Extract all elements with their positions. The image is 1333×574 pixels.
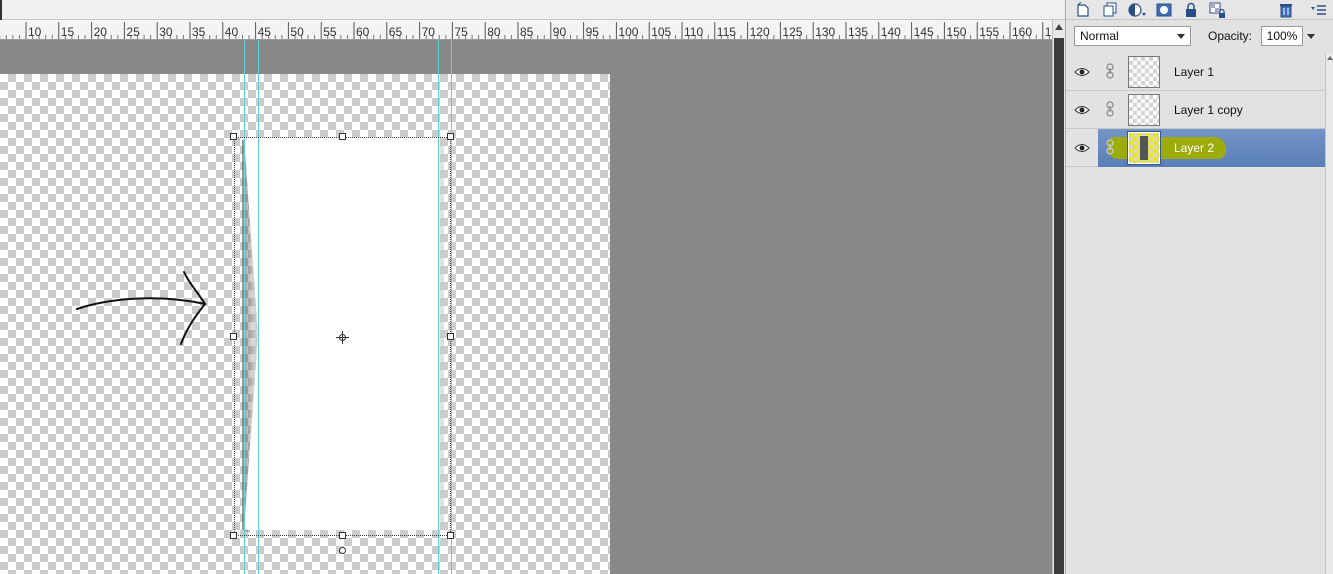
ruler-label: 25 <box>126 25 140 39</box>
link-icon[interactable] <box>1105 139 1115 155</box>
chevron-down-icon <box>1177 34 1185 39</box>
ruler-label: 130 <box>815 25 835 39</box>
blend-mode-select[interactable]: Normal <box>1074 26 1191 46</box>
ruler-label: 30 <box>159 25 173 39</box>
chevron-down-icon <box>1307 34 1315 39</box>
scrollbar-track[interactable] <box>1054 38 1064 574</box>
handle-bottom-right[interactable] <box>447 532 454 539</box>
ruler-label: 100 <box>618 25 638 39</box>
ruler-label: 115 <box>717 25 736 39</box>
opacity-label: Opacity: <box>1208 29 1253 43</box>
handle-middle-right[interactable] <box>447 333 454 340</box>
canvas-vertical-scrollbar[interactable] <box>1052 20 1065 574</box>
editor-window: 10 15 20 25 30 35 40 45 50 55 60 65 70 75 80 85 90 95 100 1… <box>0 0 1333 574</box>
layer-row-layer-2[interactable]: Layer 2 <box>1066 129 1325 167</box>
horizontal-ruler[interactable]: 10 15 20 25 30 35 40 45 50 55 60 65 70 75 80 85 90 95 100 1… <box>0 20 1052 40</box>
ruler-label: 70 <box>422 25 436 39</box>
ruler-ticks: 10 15 20 25 30 35 40 45 50 55 60 65 70 75 80 85 90 95 100 1… <box>0 22 1052 39</box>
layer-row-layer-1-copy[interactable]: Layer 1 copy <box>1066 91 1325 129</box>
scroll-up-icon[interactable] <box>1327 56 1333 60</box>
layer-name[interactable]: Layer 1 <box>1174 65 1214 79</box>
layers-panel-toolbar <box>1066 0 1333 20</box>
link-icon[interactable] <box>1105 101 1115 117</box>
layers-list: Layer 1 Layer 1 copy Layer 2 <box>1066 53 1325 167</box>
reference-point-icon[interactable] <box>336 331 349 344</box>
layer-name[interactable]: Layer 1 copy <box>1174 103 1243 117</box>
layers-panel: Normal Opacity: 100% Layer 1 Layer 1 cop… <box>1065 0 1333 574</box>
ruler-label: 95 <box>586 25 600 39</box>
ruler-label: 40 <box>225 25 239 39</box>
lock-icon[interactable] <box>1183 2 1199 18</box>
layer-thumbnail[interactable] <box>1128 94 1160 126</box>
layer-thumbnail[interactable] <box>1128 56 1160 88</box>
ruler-label: 150 <box>946 25 966 39</box>
guide-line-4[interactable] <box>451 40 452 574</box>
options-bar <box>0 0 1065 20</box>
layer-name[interactable]: Layer 2 <box>1174 141 1214 155</box>
ruler-label: 120 <box>750 25 770 39</box>
ruler-label: 15 <box>61 25 75 39</box>
ruler-label: 160 <box>1012 25 1032 39</box>
panel-menu-icon[interactable] <box>1310 2 1328 18</box>
rotate-handle[interactable] <box>339 547 346 554</box>
eye-icon[interactable] <box>1074 103 1090 117</box>
scroll-up-icon[interactable] <box>1055 24 1063 30</box>
ruler-label: 135 <box>848 25 868 39</box>
ruler-label: 145 <box>914 25 934 39</box>
ruler-label: 35 <box>192 25 206 39</box>
hand-drawn-arrow-icon <box>76 271 207 345</box>
new-layer-icon[interactable] <box>1075 2 1091 18</box>
ruler-label: 75 <box>454 25 468 39</box>
ruler-label: 105 <box>651 25 671 39</box>
lock-transparency-icon[interactable] <box>1209 2 1227 18</box>
new-group-icon[interactable] <box>1102 2 1118 18</box>
trash-icon[interactable] <box>1278 2 1294 18</box>
ruler-label: 20 <box>94 25 108 39</box>
layers-panel-scrollbar[interactable] <box>1325 53 1333 574</box>
ruler-label: 125 <box>782 25 802 39</box>
handle-top-center[interactable] <box>339 133 346 140</box>
ruler-label: 90 <box>553 25 567 39</box>
layer-thumbnail-content <box>1140 136 1148 160</box>
opacity-dropdown-button[interactable] <box>1304 26 1318 46</box>
ruler-label: 55 <box>323 25 337 39</box>
ruler-label: 110 <box>684 25 703 39</box>
ruler-label: 60 <box>356 25 370 39</box>
ruler-label: 50 <box>290 25 304 39</box>
ruler-label: 80 <box>487 25 501 39</box>
ruler-label: 140 <box>881 25 901 39</box>
handle-bottom-center[interactable] <box>339 532 346 539</box>
ruler-label: 85 <box>520 25 534 39</box>
options-bar-edge <box>0 0 2 20</box>
eye-icon[interactable] <box>1074 65 1090 79</box>
ruler-label: 45 <box>258 25 272 39</box>
ruler-label: 65 <box>389 25 403 39</box>
canvas-workspace[interactable] <box>0 40 1052 574</box>
ruler-label: 10 <box>28 25 42 39</box>
eye-icon[interactable] <box>1074 141 1090 155</box>
layer-mask-icon[interactable] <box>1156 2 1172 18</box>
handle-top-right[interactable] <box>447 133 454 140</box>
adjustment-layer-icon[interactable] <box>1128 2 1148 18</box>
layer-row-layer-1[interactable]: Layer 1 <box>1066 53 1325 91</box>
ruler-label: 16 <box>1045 25 1052 39</box>
opacity-field[interactable]: 100% <box>1261 26 1303 46</box>
ruler-label: 155 <box>979 25 999 39</box>
blend-mode-value: Normal <box>1080 29 1119 43</box>
link-icon[interactable] <box>1105 63 1115 79</box>
